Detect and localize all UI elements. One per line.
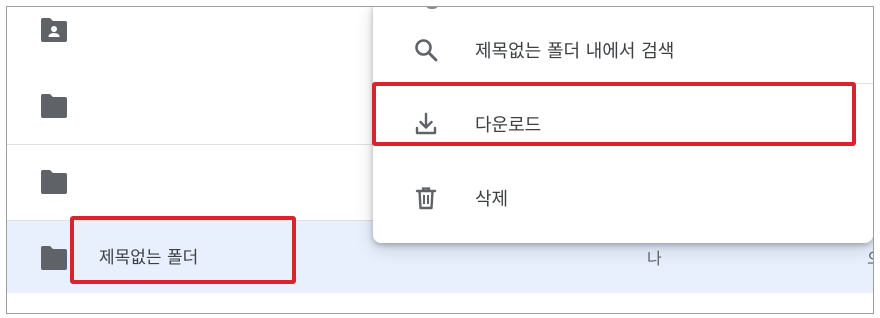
menu-item-label: 삭제: [475, 189, 509, 210]
trash-icon: [415, 187, 437, 210]
menu-item-label: 제목없는 폴더 내에서 검색: [475, 41, 675, 62]
owner-label: 나: [647, 249, 662, 268]
folder-icon: [41, 246, 67, 270]
shared-folder-icon: [41, 18, 67, 42]
annotation-highlight-download: [372, 82, 856, 146]
folder-icon: [41, 170, 67, 194]
menu-item-delete[interactable]: 삭제: [373, 171, 873, 225]
modified-text-clipped: 오: [867, 245, 873, 269]
annotation-highlight-folder-name: [70, 216, 296, 284]
menu-item-search-in-folder[interactable]: 제목없는 폴더 내에서 검색: [373, 23, 873, 77]
menu-item-icon-clipped: [425, 7, 439, 9]
search-icon: [415, 39, 438, 62]
folder-icon: [41, 94, 67, 118]
